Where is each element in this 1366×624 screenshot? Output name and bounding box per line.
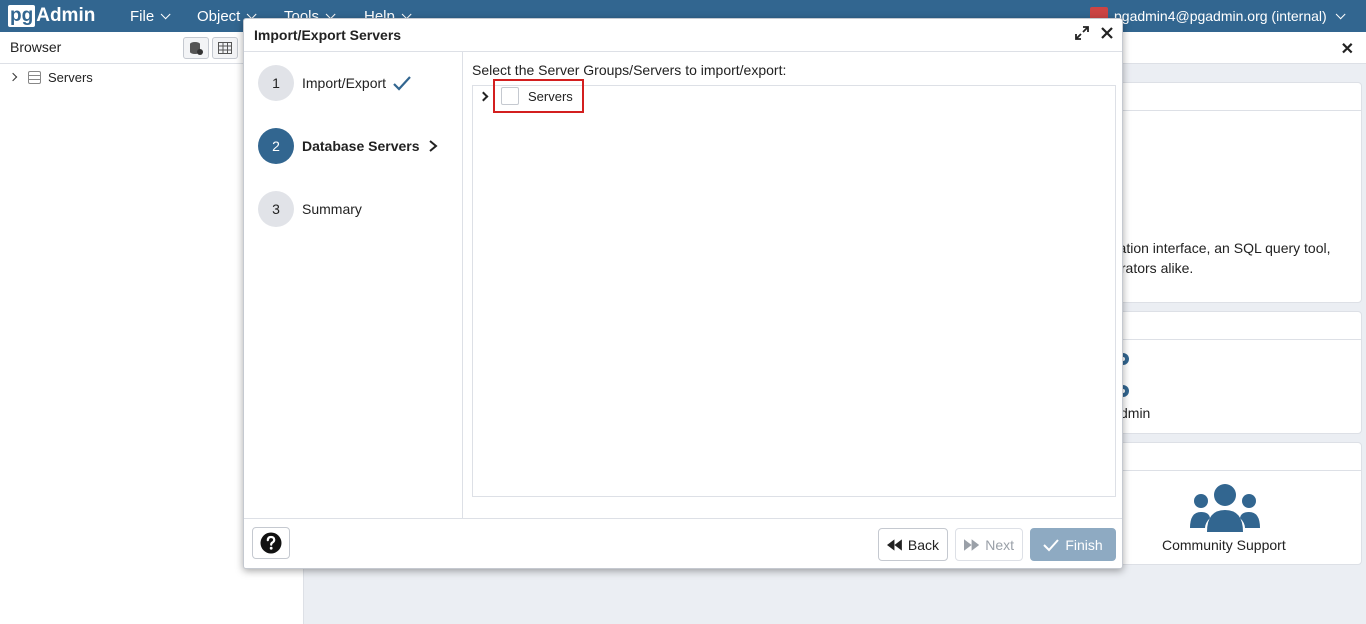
welcome-text: tration interface, an SQL query tool, st… xyxy=(1110,238,1331,278)
close-icon[interactable]: ✕ xyxy=(1341,39,1354,59)
tree-item-servers[interactable]: Servers xyxy=(8,68,93,86)
chevron-right-icon[interactable] xyxy=(478,91,489,102)
finish-button-label: Finish xyxy=(1065,536,1103,553)
import-export-dialog: Import/Export Servers 1 Import/Export 2 … xyxy=(243,18,1123,569)
step-database-servers: 2 Database Servers xyxy=(258,128,440,164)
dialog-footer: Back Next Finish xyxy=(244,518,1122,568)
dialog-body: 1 Import/Export 2 Database Servers 3 Sum… xyxy=(244,52,1122,518)
welcome-line-2: strators alike. xyxy=(1110,260,1194,276)
menu-file[interactable]: File xyxy=(130,0,171,32)
chevron-down-icon xyxy=(160,8,171,19)
wizard-steps: 1 Import/Export 2 Database Servers 3 Sum… xyxy=(244,52,463,518)
welcome-line-1: tration interface, an SQL query tool, xyxy=(1110,240,1331,256)
step-label: Import/Export xyxy=(302,75,387,91)
browser-title: Browser xyxy=(10,39,62,55)
close-icon[interactable] xyxy=(1100,26,1114,40)
checkmark-icon xyxy=(1043,538,1060,551)
checkmark-icon xyxy=(393,76,411,91)
tree-item-servers[interactable]: Servers xyxy=(493,79,584,113)
step-number: 1 xyxy=(258,65,294,101)
back-button-label: Back xyxy=(907,536,939,553)
pgadmin-logo[interactable]: pg Admin xyxy=(8,4,95,28)
step-label: Summary xyxy=(302,201,362,217)
servers-checkbox[interactable] xyxy=(501,87,519,105)
query-tool-button[interactable] xyxy=(183,37,209,59)
card-header xyxy=(1107,443,1361,471)
community-support-link[interactable]: Community Support xyxy=(1162,537,1286,553)
chevron-right-icon xyxy=(428,140,438,152)
question-circle-icon xyxy=(260,532,282,554)
user-menu[interactable]: pgadmin4@pgadmin.org (internal) xyxy=(1090,0,1346,32)
step-number: 3 xyxy=(258,191,294,227)
logo-admin: Admin xyxy=(36,5,96,26)
database-icon xyxy=(190,42,203,55)
logo-pg: pg xyxy=(8,5,36,27)
dialog-header: Import/Export Servers xyxy=(244,19,1122,52)
step-import-export: 1 Import/Export xyxy=(258,65,412,101)
help-button[interactable] xyxy=(252,527,290,559)
next-button[interactable]: Next xyxy=(955,528,1023,561)
dialog-title: Import/Export Servers xyxy=(254,27,402,43)
expand-icon[interactable] xyxy=(1074,25,1090,41)
table-icon xyxy=(218,42,232,54)
tree-item-label: Servers xyxy=(48,69,93,85)
chevron-down-icon xyxy=(1335,8,1346,19)
card-header xyxy=(1107,312,1361,340)
step-number: 2 xyxy=(258,128,294,164)
back-button[interactable]: Back xyxy=(878,528,948,561)
server-tree: Servers xyxy=(472,79,1116,497)
card-header xyxy=(1107,83,1361,111)
menu-file-label: File xyxy=(130,7,155,25)
finish-button[interactable]: Finish xyxy=(1030,528,1116,561)
next-button-label: Next xyxy=(985,536,1014,553)
user-email: pgadmin4@pgadmin.org (internal) xyxy=(1114,8,1327,24)
menu-object-label: Object xyxy=(197,7,241,25)
instruction-text: Select the Server Groups/Servers to impo… xyxy=(472,62,787,78)
view-data-button[interactable] xyxy=(212,37,238,59)
server-group-icon xyxy=(28,70,41,84)
step-summary: 3 Summary xyxy=(258,191,362,227)
fast-backward-icon xyxy=(887,538,902,551)
chevron-right-icon[interactable] xyxy=(8,72,18,82)
dialog-header-actions xyxy=(1074,25,1114,41)
fast-forward-icon xyxy=(964,538,980,551)
step-content: Select the Server Groups/Servers to impo… xyxy=(472,62,1116,497)
configure-pgadmin-link[interactable]: dmin xyxy=(1120,405,1150,421)
tree-item-label: Servers xyxy=(528,88,573,104)
community-support-icon[interactable] xyxy=(1189,482,1261,532)
step-label: Database Servers xyxy=(302,138,420,154)
